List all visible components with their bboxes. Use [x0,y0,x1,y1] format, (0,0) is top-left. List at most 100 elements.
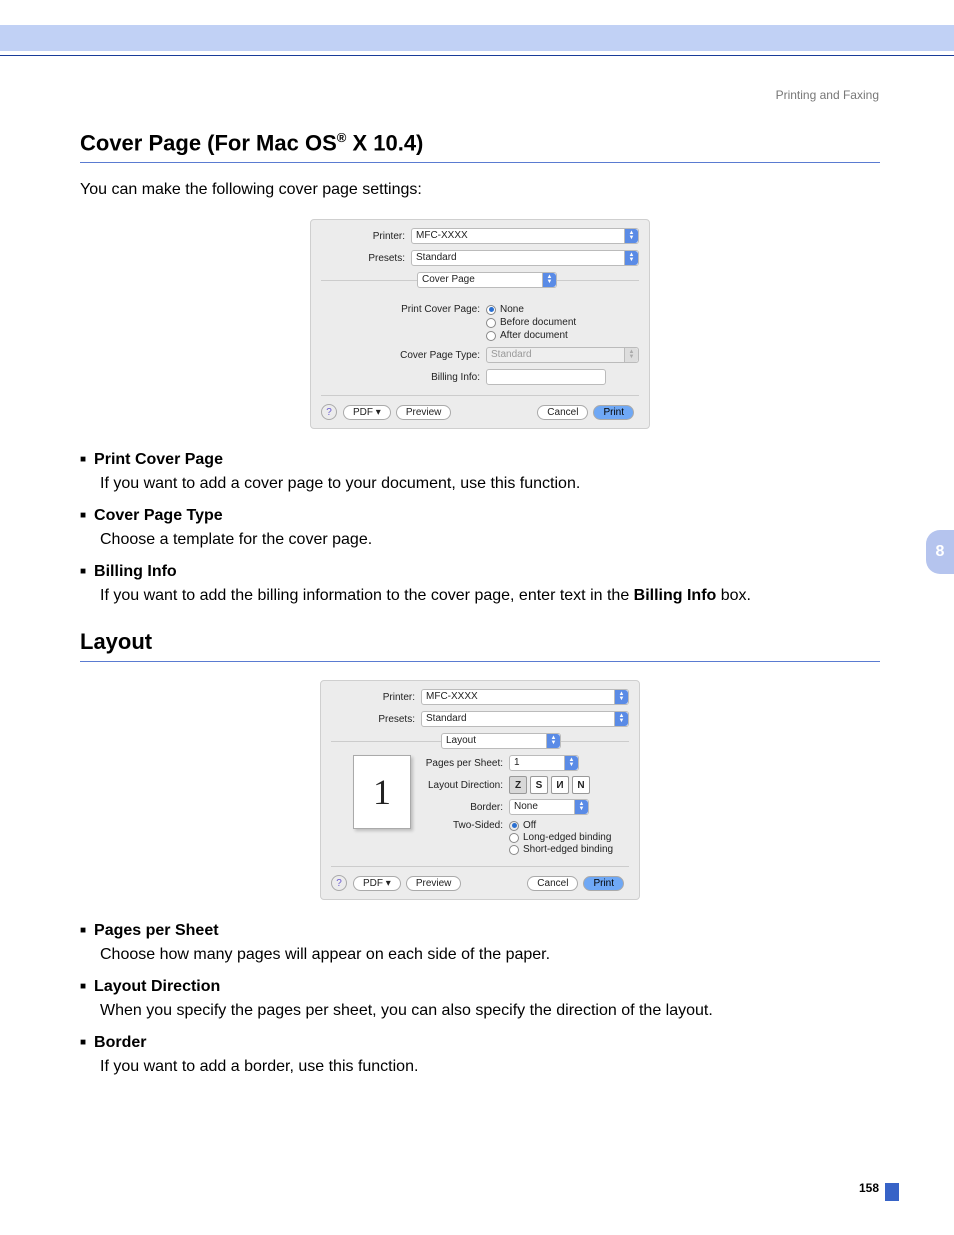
printer-select[interactable]: MFC-XXXX ▲▼ [411,228,639,244]
top-band [0,25,954,51]
preview-button[interactable]: Preview [396,405,452,420]
ts-label: Two-Sided: [419,820,509,831]
dropdown-arrows-icon: ▲▼ [546,734,560,748]
dir-btn-3[interactable]: И [551,776,569,794]
intro-text: You can make the following cover page se… [80,181,880,199]
heading-layout: Layout [80,629,880,655]
printer-value: MFC-XXXX [416,230,468,241]
presets-select-2[interactable]: Standard ▲▼ [421,711,629,727]
bullet-billing-title: Billing Info [80,563,880,581]
printer-value-2: MFC-XXXX [426,691,478,702]
help-button[interactable]: ? [321,404,337,420]
pdf-button[interactable]: PDF ▾ [343,405,391,420]
radio-before[interactable] [486,318,496,328]
panel-select-2[interactable]: Layout ▲▼ [441,733,561,749]
cover-type-value: Standard [491,349,532,360]
panel-value: Cover Page [422,274,475,285]
cover-page-dialog: Printer: MFC-XXXX▲▼ Presets: Standard▲▼ … [310,219,650,429]
ts-off-label: Off [523,820,536,831]
dropdown-arrows-icon: ▲▼ [624,251,638,265]
radio-before-label: Before document [500,317,576,328]
ts-radio-short[interactable] [509,845,519,855]
dropdown-arrows-icon: ▲▼ [564,756,578,770]
bullet-border-body: If you want to add a border, use this fu… [100,1058,880,1076]
dir-label: Layout Direction: [419,780,509,791]
layout-bullets: Pages per Sheet Choose how many pages wi… [80,922,880,1076]
radio-none-label: None [500,304,524,315]
ts-short-label: Short-edged binding [523,844,613,855]
dropdown-arrows-icon: ▲▼ [614,690,628,704]
billing-body-pre: If you want to add the billing informati… [100,587,634,604]
border-value: None [514,801,538,812]
print-cover-label: Print Cover Page: [321,304,486,315]
panel-select[interactable]: Cover Page ▲▼ [417,272,557,288]
billing-label: Billing Info: [321,372,486,383]
panel-value-2: Layout [446,735,476,746]
presets-label-2: Presets: [331,714,421,725]
radio-after-label: After document [500,330,568,341]
bullet-pps-body: Choose how many pages will appear on eac… [100,946,880,964]
printer-label: Printer: [321,231,411,242]
dir-btn-1[interactable]: Z [509,776,527,794]
printer-select-2[interactable]: MFC-XXXX ▲▼ [421,689,629,705]
presets-value: Standard [416,252,457,263]
border-label: Border: [419,802,509,813]
dropdown-arrows-icon: ▲▼ [542,273,556,287]
heading-sup: ® [337,130,347,145]
heading-pre: Cover Page (For Mac OS [80,130,337,155]
pps-select[interactable]: 1 ▲▼ [509,755,579,771]
content-area: Cover Page (For Mac OS® X 10.4) You can … [80,130,880,1090]
breadcrumb: Printing and Faxing [776,88,879,102]
billing-body-bold: Billing Info [634,587,717,604]
page-number: 158 [859,1181,879,1195]
page-marker [885,1183,899,1201]
printer-label-2: Printer: [331,692,421,703]
print-button[interactable]: Print [593,405,634,420]
heading-post: X 10.4) [346,130,423,155]
heading-rule-2 [80,661,880,662]
cover-page-bullets: Print Cover Page If you want to add a co… [80,451,880,605]
help-button-2[interactable]: ? [331,875,347,891]
bullet-cover-type-title: Cover Page Type [80,507,880,525]
presets-value-2: Standard [426,713,467,724]
cover-type-select: Standard ▲▼ [486,347,639,363]
heading-rule [80,162,880,163]
dropdown-arrows-icon: ▲▼ [574,800,588,814]
dropdown-arrows-icon: ▲▼ [614,712,628,726]
preview-button-2[interactable]: Preview [406,876,462,891]
presets-label: Presets: [321,253,411,264]
pps-value: 1 [514,757,520,768]
presets-select[interactable]: Standard ▲▼ [411,250,639,266]
page-preview: 1 [353,755,411,829]
cancel-button[interactable]: Cancel [537,405,588,420]
radio-after[interactable] [486,331,496,341]
bullet-dir-body: When you specify the pages per sheet, yo… [100,1002,880,1020]
print-button-2[interactable]: Print [583,876,624,891]
dropdown-arrows-icon: ▲▼ [624,229,638,243]
bullet-dir-title: Layout Direction [80,978,880,996]
bullet-print-cover-title: Print Cover Page [80,451,880,469]
dir-btn-2[interactable]: S [530,776,548,794]
bullet-print-cover-body: If you want to add a cover page to your … [100,475,880,493]
dropdown-arrows-icon: ▲▼ [624,348,638,362]
bullet-pps-title: Pages per Sheet [80,922,880,940]
heading-cover-page: Cover Page (For Mac OS® X 10.4) [80,130,880,156]
ts-radio-long[interactable] [509,833,519,843]
ts-radio-off[interactable] [509,821,519,831]
bullet-border-title: Border [80,1034,880,1052]
layout-dialog: Printer: MFC-XXXX▲▼ Presets: Standard▲▼ … [320,680,640,900]
billing-input[interactable] [486,369,606,385]
bullet-cover-type-body: Choose a template for the cover page. [100,531,880,549]
pdf-button-2[interactable]: PDF ▾ [353,876,401,891]
radio-none[interactable] [486,305,496,315]
dir-btn-4[interactable]: N [572,776,590,794]
cancel-button-2[interactable]: Cancel [527,876,578,891]
bullet-billing-body: If you want to add the billing informati… [100,587,880,605]
border-select[interactable]: None ▲▼ [509,799,589,815]
ts-long-label: Long-edged binding [523,832,611,843]
chapter-tab: 8 [926,530,954,574]
cover-type-label: Cover Page Type: [321,350,486,361]
top-rule [0,55,954,56]
pps-label: Pages per Sheet: [419,758,509,769]
billing-body-post: box. [716,587,751,604]
